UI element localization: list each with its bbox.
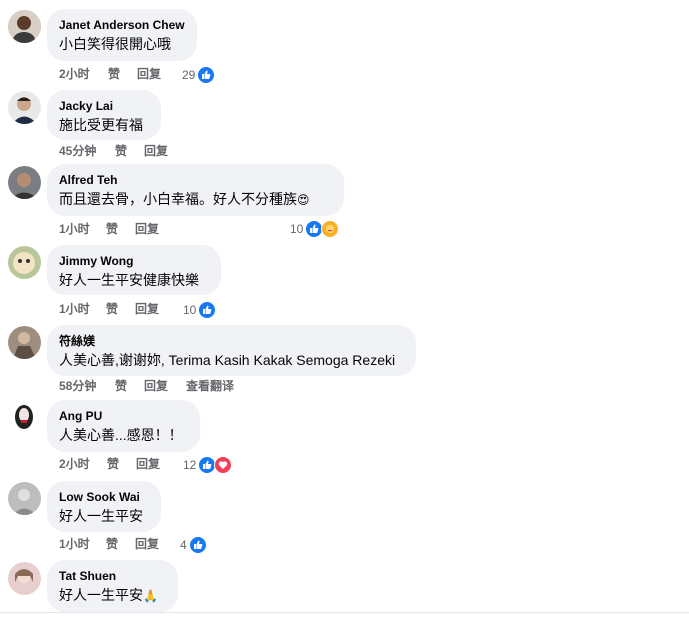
comment-text: 小白笑得很開心哦: [59, 36, 171, 52]
comment-time[interactable]: 1小时: [59, 301, 90, 317]
reply-button[interactable]: 回复: [135, 221, 159, 237]
avatar-photo-icon: [8, 562, 41, 595]
heart-eyes-emoji-icon: 😍: [297, 193, 310, 207]
avatar-photo-icon: [8, 482, 41, 515]
like-button[interactable]: 赞: [106, 301, 118, 317]
reaction-count: 4: [180, 538, 187, 552]
reply-button[interactable]: 回复: [135, 301, 159, 317]
reply-button[interactable]: 回复: [144, 143, 168, 159]
comment-time[interactable]: 1小时: [59, 536, 90, 552]
avatar[interactable]: [8, 246, 41, 279]
reaction-summary[interactable]: 4: [180, 536, 207, 554]
comment-author[interactable]: Low Sook Wai: [59, 489, 149, 505]
reaction-summary[interactable]: 12: [183, 456, 233, 474]
comment-author[interactable]: Ang PU: [59, 408, 188, 424]
comment-text-body: 好人一生平安: [59, 587, 143, 603]
avatar-photo-icon: [8, 326, 41, 359]
comment-text: 人美心善,谢谢妳, Terima Kasih Kakak Semoga Reze…: [59, 352, 396, 368]
avatar[interactable]: [8, 10, 41, 43]
divider: [0, 612, 689, 613]
avatar[interactable]: [8, 91, 41, 124]
reaction-summary[interactable]: 29: [182, 66, 216, 84]
avatar-photo-icon: [8, 246, 41, 279]
avatar-photo-icon: [8, 166, 41, 199]
comment-bubble: Ang PU 人美心善...感恩！！: [47, 400, 200, 452]
reaction-summary[interactable]: 10: [183, 301, 217, 319]
avatar-photo-icon: [8, 401, 41, 434]
like-button[interactable]: 赞: [107, 456, 119, 472]
comment-bubble: Jimmy Wong 好人一生平安健康快樂: [47, 245, 221, 295]
avatar[interactable]: [8, 326, 41, 359]
comment-time[interactable]: 2小时: [59, 66, 90, 82]
comment-text: 而且還去骨，小白幸福。好人不分種族😍: [59, 190, 332, 210]
comment-author[interactable]: 符絲媄: [59, 333, 404, 349]
reaction-count: 10: [290, 222, 304, 236]
like-button[interactable]: 赞: [115, 378, 127, 394]
comment-bubble: 符絲媄 人美心善,谢谢妳, Terima Kasih Kakak Semoga …: [47, 325, 416, 376]
reaction-summary[interactable]: 10: [290, 220, 340, 238]
comment-text: 施比受更有福: [59, 117, 143, 133]
comment-author[interactable]: Janet Anderson Chew: [59, 17, 185, 33]
comment-time[interactable]: 1小时: [59, 221, 90, 237]
comment-bubble: Tat Shuen 好人一生平安🙏: [47, 560, 178, 612]
avatar[interactable]: [8, 401, 41, 434]
love-reaction-icon: [214, 456, 233, 474]
comment-author[interactable]: Tat Shuen: [59, 568, 166, 584]
like-reaction-icon: [197, 66, 216, 84]
avatar[interactable]: [8, 166, 41, 199]
reply-button[interactable]: 回复: [135, 536, 159, 552]
comment-text: 好人一生平安健康快樂: [59, 272, 199, 288]
comment-bubble: Low Sook Wai 好人一生平安: [47, 481, 161, 532]
comment-bubble: Jacky Lai 施比受更有福: [47, 90, 161, 140]
folded-hands-emoji-icon: 🙏: [143, 589, 158, 603]
comment-text: 人美心善...感恩！！: [59, 427, 183, 443]
comment-bubble: Janet Anderson Chew 小白笑得很開心哦: [47, 9, 197, 61]
comment-author[interactable]: Alfred Teh: [59, 172, 332, 188]
like-reaction-icon: [188, 536, 207, 554]
avatar-photo-icon: [8, 91, 41, 124]
comment-author[interactable]: Jacky Lai: [59, 98, 149, 114]
avatar[interactable]: [8, 562, 41, 595]
like-button[interactable]: 赞: [115, 143, 127, 159]
comment-text-body: 而且還去骨，小白幸福。好人不分種族: [59, 191, 297, 207]
like-reaction-icon: [198, 301, 217, 319]
comment-text: 好人一生平安🙏: [59, 586, 166, 606]
comment-author[interactable]: Jimmy Wong: [59, 253, 209, 269]
comment-time[interactable]: 58分钟: [59, 378, 96, 394]
comment-text: 好人一生平安: [59, 508, 143, 524]
care-reaction-icon: [321, 220, 340, 238]
avatar-photo-icon: [8, 10, 41, 43]
reply-button[interactable]: 回复: [144, 378, 168, 394]
comment-time[interactable]: 45分钟: [59, 143, 96, 159]
reaction-count: 12: [183, 458, 197, 472]
like-button[interactable]: 赞: [108, 66, 120, 82]
comment-time[interactable]: 2小时: [59, 456, 90, 472]
reply-button[interactable]: 回复: [136, 456, 160, 472]
like-button[interactable]: 赞: [106, 536, 118, 552]
like-button[interactable]: 赞: [106, 221, 118, 237]
reaction-count: 29: [182, 68, 196, 82]
comment-bubble: Alfred Teh 而且還去骨，小白幸福。好人不分種族😍: [47, 164, 344, 216]
avatar[interactable]: [8, 482, 41, 515]
reaction-count: 10: [183, 303, 197, 317]
see-translation-button[interactable]: 查看翻译: [186, 378, 234, 394]
reply-button[interactable]: 回复: [137, 66, 161, 82]
